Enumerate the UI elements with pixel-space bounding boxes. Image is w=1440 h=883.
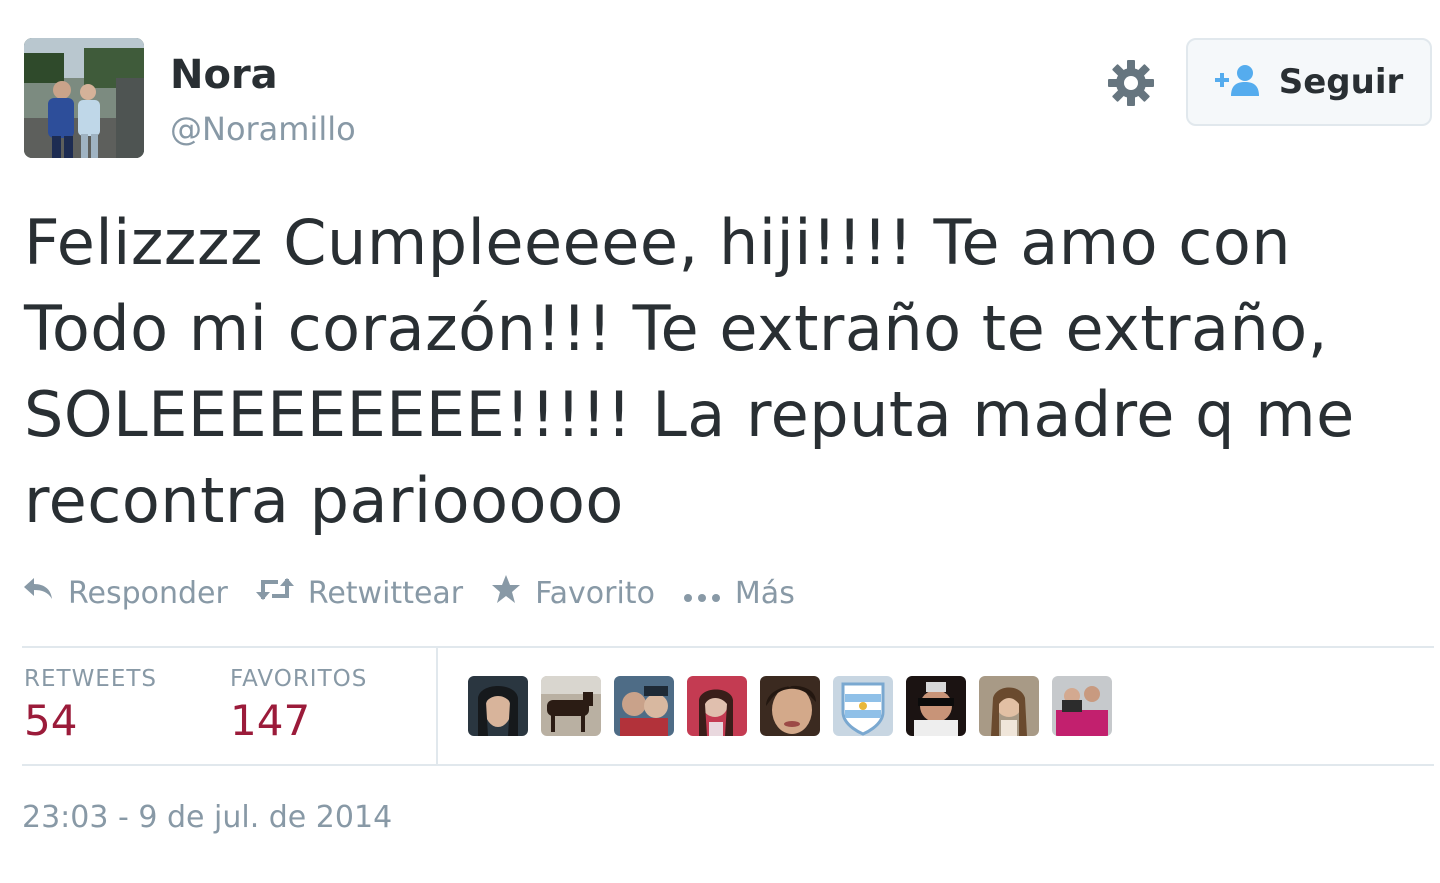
divider xyxy=(22,646,1434,648)
retweets-count: 54 xyxy=(24,696,78,745)
favoriters-list xyxy=(468,676,1112,736)
follow-button[interactable]: Seguir xyxy=(1186,38,1432,126)
more-label: Más xyxy=(734,575,795,611)
divider xyxy=(436,648,438,766)
favoriter-avatar[interactable] xyxy=(1052,676,1112,736)
tweet-text: Felizzzz Cumpleeeee, hiji!!!! Te amo con… xyxy=(24,200,1424,544)
favorite-button[interactable]: Favorito xyxy=(491,574,655,612)
profile-avatar[interactable] xyxy=(24,38,144,158)
add-user-icon xyxy=(1214,63,1263,101)
tweet-text-line: Todo mi corazón!!! Te extraño te extraño… xyxy=(24,292,1328,365)
favoriter-avatar[interactable] xyxy=(614,676,674,736)
tweet-text-line: SOLEEEEEEEEE!!!!! La reputa madre q me xyxy=(24,378,1355,451)
tweet-actions: Responder Retwittear Favorito Más xyxy=(22,574,823,612)
favorites-label: FAVORITOS xyxy=(230,666,368,692)
reply-label: Responder xyxy=(68,575,228,611)
reply-button[interactable]: Responder xyxy=(22,575,228,611)
favorites-count: 147 xyxy=(230,696,311,745)
retweet-label: Retwittear xyxy=(307,575,464,611)
retweet-button[interactable]: Retwittear xyxy=(255,575,464,611)
retweet-icon xyxy=(255,575,294,611)
favoriter-avatar[interactable] xyxy=(979,676,1039,736)
gear-icon[interactable] xyxy=(1106,58,1156,108)
favoriter-avatar[interactable] xyxy=(833,676,893,736)
favoriter-avatar[interactable] xyxy=(541,676,601,736)
favoriter-avatar[interactable] xyxy=(906,676,966,736)
favoriter-avatar[interactable] xyxy=(687,676,747,736)
user-name[interactable]: Nora xyxy=(170,52,278,98)
retweets-stat[interactable]: RETWEETS 54 xyxy=(24,666,157,745)
tweet-text-line: Felizzzz Cumpleeeee, hiji!!!! Te amo con xyxy=(24,206,1292,279)
favoriter-avatar[interactable] xyxy=(468,676,528,736)
divider xyxy=(22,764,1434,766)
user-handle[interactable]: @Noramillo xyxy=(170,110,356,148)
retweets-label: RETWEETS xyxy=(24,666,158,692)
more-dots-icon xyxy=(683,576,721,611)
tweet-timestamp[interactable]: 23:03 - 9 de jul. de 2014 xyxy=(22,800,392,835)
more-button[interactable]: Más xyxy=(683,576,795,611)
reply-icon xyxy=(22,575,54,611)
favorite-label: Favorito xyxy=(535,575,655,611)
star-icon xyxy=(491,574,521,612)
follow-button-label: Seguir xyxy=(1278,62,1404,102)
tweet-text-line: recontra pariooooo xyxy=(24,464,624,537)
favoriter-avatar[interactable] xyxy=(760,676,820,736)
favorites-stat[interactable]: FAVORITOS 147 xyxy=(230,666,367,745)
